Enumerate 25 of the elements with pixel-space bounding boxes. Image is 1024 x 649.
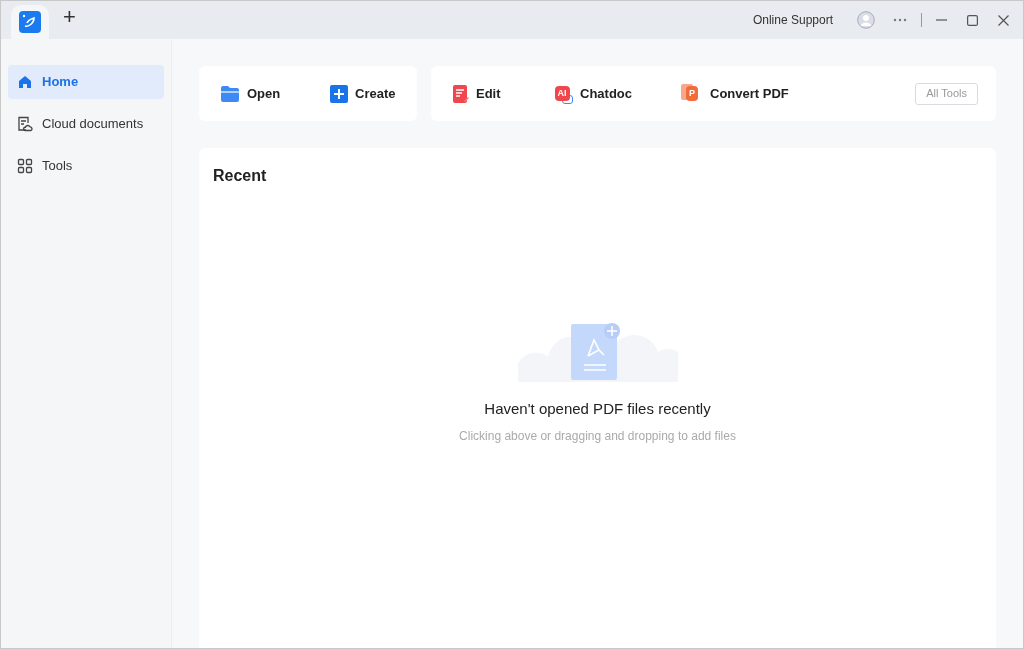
- app-tab[interactable]: [11, 5, 49, 39]
- more-icon[interactable]: [893, 18, 907, 22]
- empty-state-title: Haven't opened PDF files recently: [484, 399, 711, 419]
- toolbar-button[interactable]: P Convert PDF: [681, 83, 789, 104]
- new-tab-button[interactable]: +: [63, 6, 76, 28]
- toolbar-button[interactable]: Open: [220, 83, 330, 104]
- user-avatar-icon[interactable]: [857, 11, 875, 29]
- sidebar-item[interactable]: Tools: [8, 149, 164, 183]
- empty-state-hint: Clicking above or dragging and dropping to add files: [459, 427, 736, 445]
- document-cloud-icon: [17, 116, 33, 132]
- toolbar-button[interactable]: Create: [330, 83, 396, 104]
- edit-document-icon: [453, 84, 469, 103]
- plus-square-icon: [330, 84, 348, 103]
- app-logo-icon: [19, 11, 41, 33]
- sidebar-item[interactable]: Cloud documents: [8, 107, 164, 141]
- online-support-link[interactable]: Online Support: [752, 11, 833, 29]
- folder-icon: [220, 84, 240, 103]
- toolbar-button[interactable]: Edit: [453, 83, 551, 104]
- grid-icon: [17, 158, 33, 174]
- home-icon: [17, 74, 33, 90]
- recent-title: Recent: [213, 166, 268, 186]
- sidebar-item[interactable]: Home: [8, 65, 164, 99]
- maximize-icon[interactable]: [967, 14, 978, 26]
- close-icon[interactable]: [998, 14, 1009, 26]
- toolbar-button[interactable]: AI Chatdoc: [551, 83, 681, 104]
